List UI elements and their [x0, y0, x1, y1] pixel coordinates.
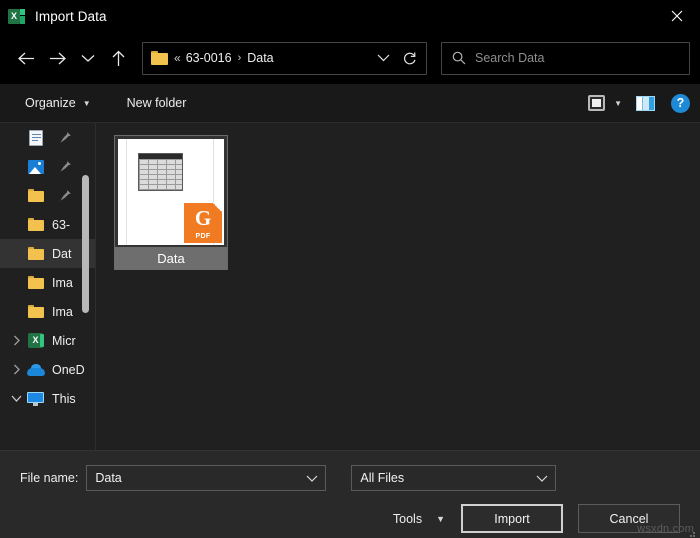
sidebar-item-documents[interactable]	[0, 123, 95, 152]
command-bar: Organize ▼ New folder ▼ ?	[0, 84, 700, 123]
new-folder-label: New folder	[126, 96, 187, 110]
pdf-badge-icon: G PDF	[184, 203, 222, 243]
folder-icon	[25, 218, 46, 231]
import-data-dialog: X Import Data « 63-0016 › Data Search Da…	[0, 0, 700, 538]
file-name-value: Data	[95, 471, 122, 485]
import-button[interactable]: Import	[461, 504, 563, 533]
breadcrumb-overflow[interactable]: «	[174, 51, 181, 65]
view-mode-chevron-down-icon[interactable]: ▼	[614, 99, 622, 108]
window-title: Import Data	[35, 8, 107, 24]
sidebar-item-images-1[interactable]: Ima	[0, 268, 95, 297]
dialog-body: 63- Dat Ima Ima X Micr OneD This G PDF D…	[0, 123, 700, 450]
sidebar-item-label: Micr	[52, 333, 76, 348]
folder-icon	[25, 247, 46, 260]
breadcrumb-separator: ›	[237, 52, 242, 64]
back-arrow-icon[interactable]	[10, 42, 42, 74]
close-icon[interactable]	[654, 0, 700, 32]
file-thumbnail: G PDF	[118, 139, 224, 245]
pin-icon[interactable]	[59, 131, 72, 144]
tools-label: Tools	[392, 511, 423, 526]
sidebar-item-label: Ima	[52, 275, 73, 290]
folder-icon	[25, 276, 46, 289]
sidebar-item-this-pc[interactable]: This	[0, 384, 95, 413]
chevron-down-icon[interactable]	[531, 475, 553, 482]
dialog-footer: File name: Data All Files Tools ▼ Import…	[0, 450, 700, 538]
breadcrumb-item-1[interactable]: Data	[247, 51, 273, 65]
search-input-placeholder[interactable]: Search Data	[475, 51, 544, 65]
organize-button[interactable]: Organize ▼	[18, 91, 98, 115]
sidebar-scrollbar[interactable]	[82, 175, 89, 313]
file-type-select[interactable]: All Files	[351, 465, 557, 491]
chevron-right-icon[interactable]	[8, 364, 25, 375]
chevron-down-icon: ▼	[82, 98, 91, 108]
up-arrow-icon[interactable]	[102, 42, 134, 74]
preview-pane-icon[interactable]	[636, 95, 655, 111]
sidebar-item-label: OneD	[52, 362, 85, 377]
thumbnail-table-preview	[138, 153, 183, 191]
organize-label: Organize	[25, 96, 76, 110]
search-icon	[452, 51, 466, 65]
resize-grip[interactable]	[686, 525, 696, 537]
pin-icon[interactable]	[59, 189, 72, 202]
file-list-pane[interactable]: G PDF Data	[96, 123, 700, 450]
excel-icon: X	[8, 8, 25, 25]
onedrive-icon	[25, 363, 46, 376]
folder-icon	[25, 189, 46, 202]
file-name-input[interactable]: Data	[86, 465, 327, 491]
pdf-badge-glyph: G	[194, 206, 212, 230]
navigation-sidebar: 63- Dat Ima Ima X Micr OneD This	[0, 123, 96, 450]
navigation-bar: « 63-0016 › Data Search Data	[0, 32, 700, 84]
excel-icon: X	[25, 333, 46, 348]
breadcrumb-item-0[interactable]: 63-0016	[186, 51, 232, 65]
footer-row-buttons: Tools ▼ Import Cancel	[20, 504, 680, 533]
file-name-field-label: File name:	[20, 471, 79, 485]
sidebar-item-label: Ima	[52, 304, 73, 319]
file-name-label: Data	[115, 247, 227, 269]
sidebar-item-pictures[interactable]	[0, 152, 95, 181]
address-bar[interactable]: « 63-0016 › Data	[142, 41, 427, 75]
sidebar-item-label: 63-	[52, 217, 71, 232]
address-chevron-down-icon[interactable]	[370, 43, 396, 73]
forward-arrow-icon[interactable]	[42, 42, 74, 74]
search-box[interactable]: Search Data	[441, 41, 690, 75]
sidebar-item-images-2[interactable]: Ima	[0, 297, 95, 326]
pin-icon[interactable]	[59, 160, 72, 173]
pdf-badge-label: PDF	[195, 233, 211, 240]
footer-row-filename: File name: Data All Files	[20, 465, 680, 491]
sidebar-item-label: This	[52, 391, 76, 406]
title-bar: X Import Data	[0, 0, 700, 32]
view-mode-icon[interactable]	[588, 95, 606, 111]
file-type-value: All Files	[360, 471, 405, 485]
sidebar-item-microsoft-excel[interactable]: X Micr	[0, 326, 95, 355]
help-icon[interactable]: ?	[671, 93, 690, 113]
sidebar-item-onedrive[interactable]: OneD	[0, 355, 95, 384]
folder-icon	[151, 51, 168, 65]
folder-icon	[25, 305, 46, 318]
tools-button[interactable]: Tools ▼	[387, 507, 451, 531]
sidebar-item-folder-pinned[interactable]	[0, 181, 95, 210]
chevron-down-icon[interactable]	[8, 395, 25, 403]
sidebar-item-63-0016[interactable]: 63-	[0, 210, 95, 239]
chevron-down-icon[interactable]	[301, 475, 323, 482]
recent-locations-chevron-icon[interactable]	[74, 42, 102, 74]
chevron-down-icon: ▼	[436, 513, 445, 524]
chevron-right-icon[interactable]	[8, 335, 25, 346]
sidebar-item-data[interactable]: Dat	[0, 239, 95, 268]
this-pc-icon	[25, 391, 46, 406]
refresh-icon[interactable]	[396, 43, 422, 73]
new-folder-button[interactable]: New folder	[120, 91, 194, 115]
pictures-icon	[25, 159, 46, 174]
documents-icon	[25, 129, 46, 146]
sidebar-item-label: Dat	[52, 246, 72, 261]
file-tile-data[interactable]: G PDF Data	[114, 135, 228, 270]
